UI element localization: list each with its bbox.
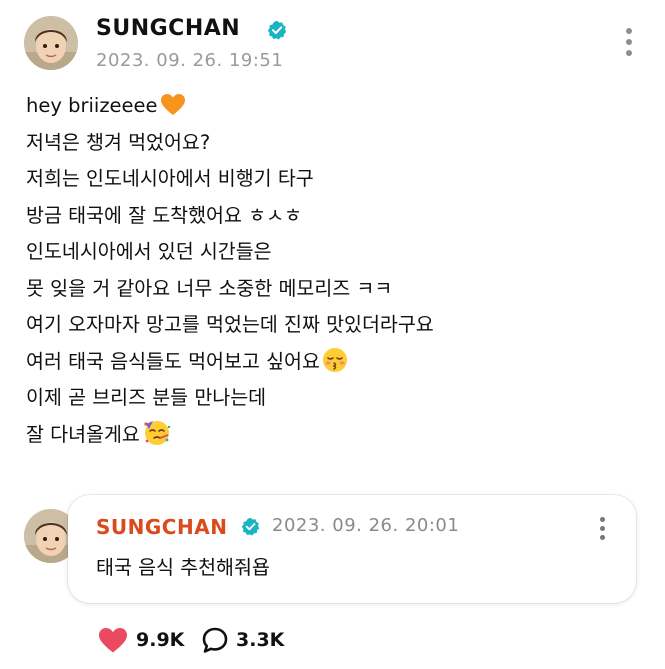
- heart-icon: [99, 627, 127, 652]
- comment-timestamp: 2023. 09. 26. 20:01: [272, 515, 460, 536]
- comment-author-name[interactable]: SUNGCHAN: [96, 515, 227, 539]
- comment-text: 태국 음식 추천해줘욥: [96, 556, 270, 579]
- post-actions: 9.9K 3.3K: [98, 624, 398, 656]
- verified-badge-icon: [267, 20, 287, 40]
- more-vertical-icon[interactable]: [598, 517, 606, 541]
- post-line: 잘 다녀올게요: [26, 417, 646, 454]
- post-header: SUNGCHAN 2023. 09. 26. 19:51: [24, 14, 644, 74]
- post-line: 저희는 인도네시아에서 비행기 타구: [26, 167, 314, 190]
- avatar[interactable]: [24, 16, 78, 70]
- post-body: hey briizeeee 저녁은 챙겨 먹었어요? 저희는 인도네시아에서 비…: [26, 88, 646, 453]
- comment-button[interactable]: 3.3K: [202, 624, 284, 656]
- comment-count: 3.3K: [236, 629, 285, 651]
- more-vertical-icon[interactable]: [624, 28, 634, 60]
- post-line: 이제 곧 브리즈 분들 만나는데: [26, 386, 267, 409]
- post-line: 여러 태국 음식들도 먹어보고 싶어요: [26, 344, 646, 381]
- post-line: 저녁은 챙겨 먹었어요?: [26, 130, 211, 154]
- author-name[interactable]: SUNGCHAN: [96, 16, 240, 41]
- kissing-face-icon: [322, 347, 348, 386]
- post-line: hey briizeeee: [26, 88, 646, 125]
- speech-bubble-icon: [202, 627, 228, 653]
- post-timestamp: 2023. 09. 26. 19:51: [96, 50, 284, 71]
- post-line: 인도네시아에서 있던 시간들은: [26, 240, 272, 263]
- verified-badge-icon: [241, 517, 260, 536]
- comment-card[interactable]: SUNGCHAN 2023. 09. 26. 20:01 태국 음식 추천해줘욥: [68, 495, 636, 603]
- like-button[interactable]: 9.9K: [98, 624, 184, 656]
- post-line: 방금 태국에 잘 도착했어요 ㅎㅅㅎ: [26, 203, 302, 227]
- partying-face-icon: [142, 418, 172, 459]
- post-line: 여기 오자마자 망고를 먹었는데 진짜 맛있더라구요: [26, 313, 434, 336]
- like-count: 9.9K: [136, 629, 185, 651]
- post-line: 못 잊을 거 같아요 너무 소중한 메모리즈 ㅋㅋ: [26, 276, 393, 300]
